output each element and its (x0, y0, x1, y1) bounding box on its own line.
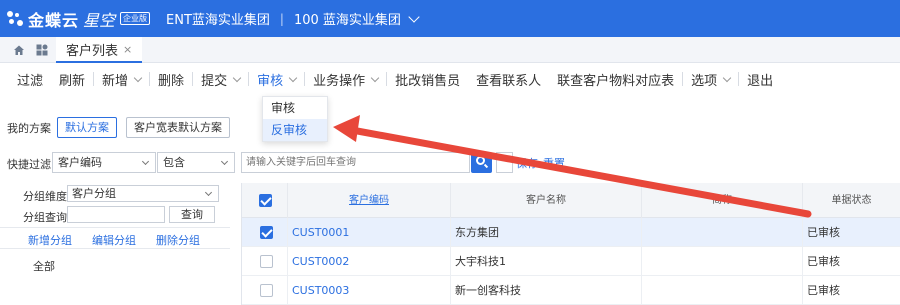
chevron-down-icon (141, 157, 150, 166)
cell-status: 已审核 (803, 218, 900, 247)
logo-text: 金蝶云 (28, 10, 80, 30)
group-dimension-label: 分组维度 (23, 190, 67, 203)
chevron-down-icon (204, 188, 213, 197)
scheme-row: 我的方案 默认方案 客户宽表默认方案 (7, 117, 239, 138)
quick-filter: 快捷过滤 客户编码 包含 保存 重置 (7, 152, 897, 174)
table-row[interactable]: CUST0001 东方集团 已审核 (242, 218, 900, 247)
cell-code[interactable]: CUST0001 (288, 218, 451, 247)
edit-group-link[interactable]: 编辑分组 (92, 232, 136, 248)
chevron-down-icon (220, 157, 229, 166)
exit-button[interactable]: 退出 (739, 64, 781, 94)
app-logo[interactable]: 金蝶云 星空 企业版 (6, 7, 151, 31)
close-icon[interactable]: × (123, 43, 132, 56)
tab-strip: 客户列表 × (0, 37, 900, 63)
chevron-down-icon (370, 73, 380, 82)
cell-status: 已审核 (803, 247, 900, 276)
cell-status: 已审核 (803, 276, 900, 305)
org-unit[interactable]: 100 蓝海实业集团 (294, 9, 401, 28)
audit-dropdown-menu: 审核 反审核 (262, 96, 328, 142)
org-separator: | (279, 11, 284, 26)
cell-name: 新一创客科技 (451, 276, 642, 305)
group-query-button[interactable]: 查询 (169, 206, 215, 223)
cell-name: 大宇科技1 (451, 247, 642, 276)
org-chevron-down-icon[interactable] (408, 10, 420, 23)
filter-field-value: 客户编码 (58, 156, 102, 169)
row-checkbox[interactable] (260, 284, 273, 297)
filter-operator-value: 包含 (163, 156, 185, 169)
filter-operator-select[interactable]: 包含 (157, 152, 235, 173)
column-header-status[interactable]: 单据状态 (803, 183, 900, 218)
table-row[interactable]: CUST0002 大宇科技1 已审核 (242, 247, 900, 276)
chevron-down-icon (722, 73, 732, 82)
toolbar: 过滤 刷新 新增 删除 提交 审核 业务操作 批改销售员 查看联系人 联查客户物… (0, 64, 900, 94)
quick-filter-label: 快捷过滤 (7, 158, 51, 171)
column-header-code[interactable]: 客户编码 (288, 183, 451, 218)
reset-link[interactable]: 重置 (543, 155, 565, 171)
select-all-cell (242, 183, 288, 218)
cell-short (642, 218, 803, 247)
column-header-short[interactable]: 简称 (642, 183, 803, 218)
row-checkbox[interactable] (260, 255, 273, 268)
group-dimension-select[interactable]: 客户分组 (67, 185, 219, 202)
filter-button[interactable]: 过滤 (9, 64, 51, 94)
add-group-link[interactable]: 新增分组 (28, 232, 72, 248)
search-button[interactable] (471, 152, 492, 173)
view-contacts-button[interactable]: 查看联系人 (468, 64, 549, 94)
cell-code[interactable]: CUST0002 (288, 247, 451, 276)
org-name[interactable]: ENT蓝海实业集团 (166, 9, 270, 28)
chevron-down-icon (232, 73, 242, 82)
tab-customer-list[interactable]: 客户列表 × (56, 37, 143, 63)
chevron-down-icon (288, 73, 298, 82)
logo-icon (6, 10, 24, 28)
audit-button[interactable]: 审核 (249, 64, 304, 94)
save-link[interactable]: 保存 (516, 155, 538, 171)
row-checkbox[interactable] (260, 226, 273, 239)
delete-button[interactable]: 删除 (150, 64, 192, 94)
apps-grid-icon[interactable] (36, 44, 48, 56)
cell-short (642, 276, 803, 305)
logo-subtitle: 星空 (83, 10, 116, 30)
group-query-input[interactable] (67, 206, 165, 223)
table-row[interactable]: CUST0003 新一创客科技 已审核 (242, 276, 900, 305)
tree-node-all[interactable]: 全部 (33, 258, 55, 274)
default-scheme-button[interactable]: 默认方案 (57, 117, 117, 138)
group-dimension-value: 客户分组 (72, 187, 116, 200)
batch-salesman-button[interactable]: 批改销售员 (387, 64, 468, 94)
filter-field-select[interactable]: 客户编码 (52, 152, 156, 173)
customer-material-button[interactable]: 联查客户物料对应表 (549, 64, 682, 94)
grid-header: 客户编码 客户名称 简称 单据状态 (242, 183, 900, 218)
menu-item-audit[interactable]: 审核 (263, 97, 327, 119)
menu-item-unaudit[interactable]: 反审核 (263, 119, 327, 141)
home-icon[interactable] (13, 44, 25, 56)
group-actions-bar: 新增分组 编辑分组 删除分组 (0, 227, 230, 249)
select-all-checkbox[interactable] (259, 194, 272, 207)
search-input[interactable] (241, 152, 470, 173)
cell-code[interactable]: CUST0003 (288, 276, 451, 305)
delete-group-link[interactable]: 删除分组 (156, 232, 200, 248)
submit-button[interactable]: 提交 (193, 64, 248, 94)
options-button[interactable]: 选项 (683, 64, 738, 94)
group-query-label: 分组查询 (23, 211, 67, 224)
edition-badge: 企业版 (120, 12, 151, 25)
customer-grid: 客户编码 客户名称 简称 单据状态 CUST0001 东方集团 已审核 CUST… (241, 183, 900, 305)
column-header-name[interactable]: 客户名称 (451, 183, 642, 218)
chevron-down-icon (133, 73, 143, 82)
cell-name: 东方集团 (451, 218, 642, 247)
tab-label: 客户列表 (66, 43, 119, 59)
top-header: 金蝶云 星空 企业版 ENT蓝海实业集团 | 100 蓝海实业集团 (0, 0, 900, 37)
business-ops-button[interactable]: 业务操作 (305, 64, 386, 94)
refresh-button[interactable]: 刷新 (51, 64, 93, 94)
scheme-label: 我的方案 (7, 121, 51, 135)
add-button[interactable]: 新增 (94, 64, 149, 94)
wide-scheme-button[interactable]: 客户宽表默认方案 (126, 117, 230, 138)
cell-short (642, 247, 803, 276)
advanced-filter-button[interactable] (496, 152, 513, 173)
